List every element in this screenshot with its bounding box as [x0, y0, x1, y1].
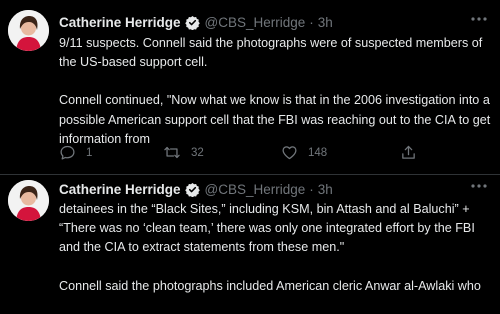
retweet-count: 32	[191, 146, 204, 159]
separator-dot: ·	[309, 14, 314, 30]
reply-button[interactable]: 1	[59, 144, 92, 161]
tweet-paragraph: Connell continued, "Now what we know is …	[59, 93, 491, 146]
avatar[interactable]	[8, 180, 49, 221]
tweet-paragraph: detainees in the “Black Sites,” includin…	[59, 202, 475, 255]
tweet-text: detainees in the “Black Sites,” includin…	[59, 200, 491, 296]
tweet-header: Catherine Herridge @CBS_Herridge · 3h	[59, 179, 333, 199]
reply-count: 1	[86, 146, 93, 159]
more-options-icon[interactable]	[470, 179, 488, 196]
tweet-1[interactable]: Catherine Herridge @CBS_Herridge · 3h 9/…	[0, 0, 500, 176]
share-icon	[400, 144, 417, 161]
tweet-paragraph: 9/11 suspects. Connell said the photogra…	[59, 36, 483, 70]
tweet-2[interactable]: Catherine Herridge @CBS_Herridge · 3h de…	[0, 175, 500, 314]
retweet-button[interactable]: 32	[163, 144, 204, 161]
tweet-actions: 1 32 148	[59, 144, 489, 164]
retweet-icon	[163, 144, 181, 161]
verified-badge-icon	[184, 182, 200, 197]
more-options-icon[interactable]	[470, 12, 488, 29]
reply-icon	[59, 144, 76, 161]
author-name[interactable]: Catherine Herridge	[59, 15, 181, 30]
tweet-text: 9/11 suspects. Connell said the photogra…	[59, 34, 491, 149]
like-count: 148	[308, 146, 328, 159]
timestamp[interactable]: 3h	[318, 15, 333, 30]
like-button[interactable]: 148	[281, 144, 327, 161]
author-handle[interactable]: @CBS_Herridge	[205, 15, 306, 30]
tweet-paragraph: Connell said the photographs included Am…	[59, 278, 481, 293]
author-name[interactable]: Catherine Herridge	[59, 182, 181, 197]
verified-badge-icon	[184, 15, 200, 30]
separator-dot: ·	[309, 181, 314, 197]
heart-icon	[281, 144, 298, 161]
tweet-header: Catherine Herridge @CBS_Herridge · 3h	[59, 12, 333, 32]
share-button[interactable]	[400, 144, 417, 161]
avatar[interactable]	[8, 10, 49, 51]
author-handle[interactable]: @CBS_Herridge	[205, 182, 306, 197]
timestamp[interactable]: 3h	[318, 182, 333, 197]
